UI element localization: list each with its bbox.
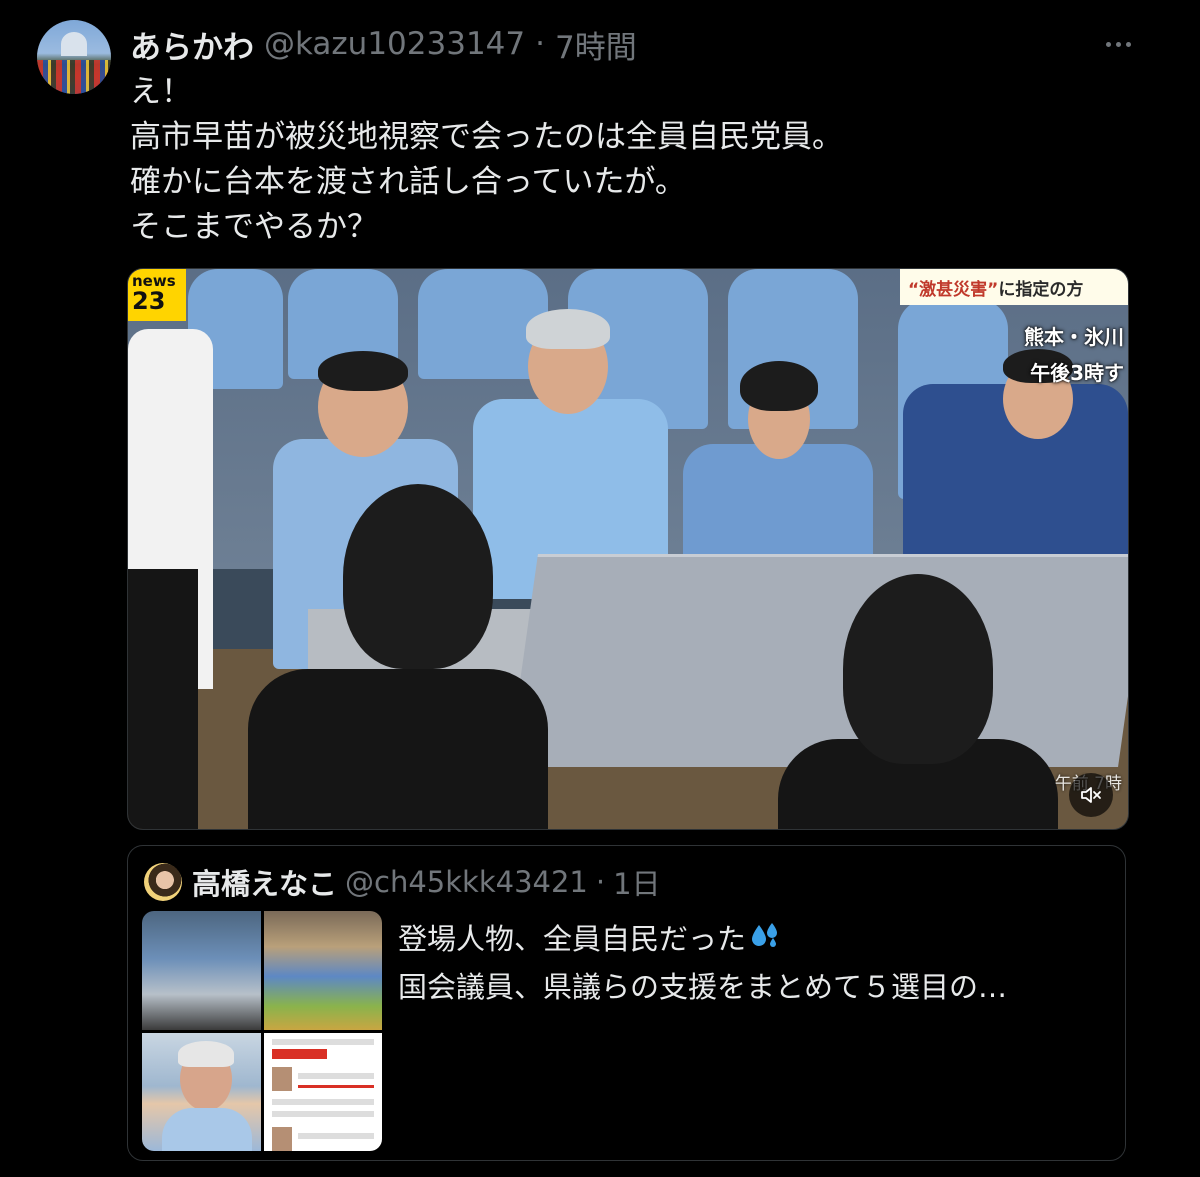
post-avatar[interactable] <box>37 20 111 94</box>
caption-rest: に指定の方 <box>998 279 1084 300</box>
avatar-crowd <box>37 60 111 94</box>
quoted-image-1[interactable] <box>142 911 261 1030</box>
quoted-header: 高橋えなこ @ch45kkk43421 · 1日 <box>192 862 661 902</box>
quoted-image-4[interactable] <box>263 1032 382 1151</box>
quoted-author-handle: @ch45kkk43421 <box>345 865 588 899</box>
quoted-image-3[interactable] <box>142 1032 261 1151</box>
video-frame: news 23 “激甚災害” に指定の方 熊本・氷川 午後3時す 午前 7時 <box>128 269 1128 829</box>
table-main <box>508 554 1128 767</box>
quoted-text-line1: 登場人物、全員自民だった <box>398 922 747 956</box>
quoted-author-name: 高橋えなこ <box>192 867 338 901</box>
post-video[interactable]: news 23 “激甚災害” に指定の方 熊本・氷川 午後3時す 午前 7時 <box>127 268 1129 830</box>
sweat-droplets-icon <box>750 918 780 964</box>
quoted-post[interactable]: 高橋えなこ @ch45kkk43421 · 1日 登場人物、全員自民だった 国会… <box>127 845 1126 1161</box>
quoted-avatar[interactable] <box>144 863 182 901</box>
avatar-building <box>61 32 87 56</box>
post-header: あらかわ @kazu10233147 · 7時間 <box>130 22 637 66</box>
quoted-image-grid[interactable] <box>142 911 382 1151</box>
post-timestamp[interactable]: 7時間 <box>555 22 637 67</box>
author-handle[interactable]: @kazu10233147 <box>264 26 525 62</box>
header-separator: · <box>535 26 545 62</box>
video-time-caption: 午後3時す <box>1030 361 1124 385</box>
video-location: 熊本・氷川 <box>1024 325 1124 349</box>
news-channel-logo: news 23 <box>128 269 186 321</box>
quoted-text: 登場人物、全員自民だった 国会議員、県議らの支援をまとめて５選目の… <box>398 916 1108 1010</box>
quoted-separator: · <box>595 865 606 899</box>
caption-quote: “激甚災害” <box>908 279 999 300</box>
post-text: え！ 高市早苗が被災地視察で会ったのは全員自民党員。 確かに台本を渡され話し合っ… <box>130 74 843 245</box>
news-logo-number: 23 <box>132 287 166 315</box>
mute-icon[interactable] <box>1069 773 1113 817</box>
more-icon[interactable] <box>1098 30 1138 58</box>
video-caption-top: “激甚災害” に指定の方 <box>900 269 1128 305</box>
quoted-timestamp: 1日 <box>613 867 661 901</box>
speaker-muted-icon <box>1081 787 1101 803</box>
quoted-text-rest: 国会議員、県議らの支援をまとめて５選目の… <box>398 970 1008 1004</box>
author-name[interactable]: あらかわ <box>130 22 254 67</box>
quoted-image-2[interactable] <box>263 911 382 1030</box>
